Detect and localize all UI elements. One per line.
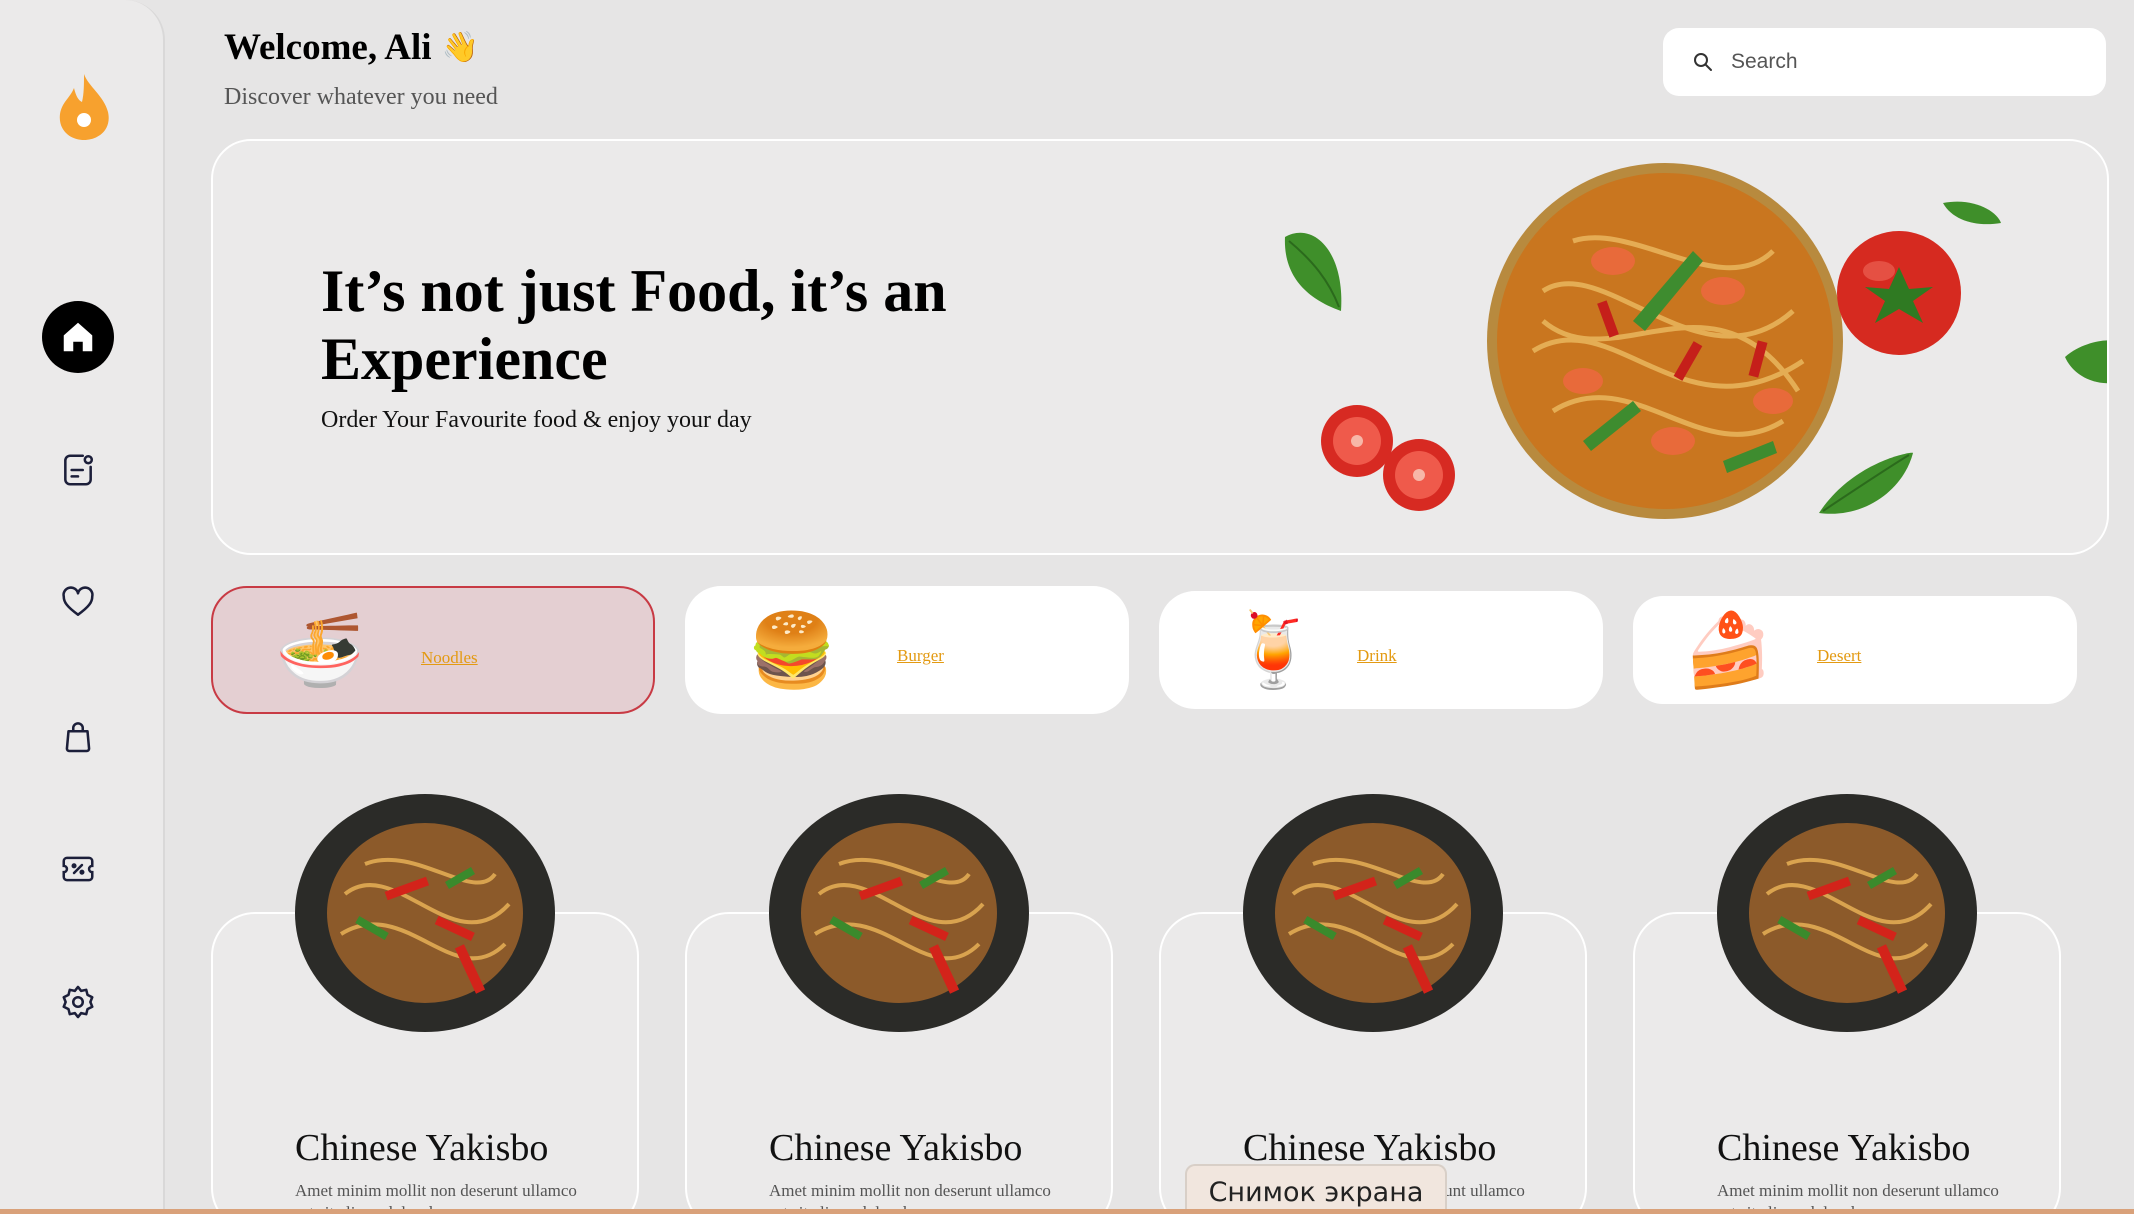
card-title: Chinese Yakisbo [295, 1127, 549, 1169]
card-title: Chinese Yakisbo [769, 1127, 1023, 1169]
receipt-icon [64, 454, 94, 486]
drink-icon: 🍹 [1229, 608, 1319, 692]
nav-home[interactable] [42, 301, 114, 373]
hero-banner: It’s not just Food, it’s an Experience O… [211, 139, 2109, 555]
sidebar [0, 0, 165, 1214]
hero-title: It’s not just Food, it’s an Experience [321, 258, 947, 392]
hero-food-illustration [1284, 163, 2107, 519]
category-noodles[interactable]: 🍜 Noodles [211, 586, 655, 714]
ticket-icon [62, 856, 94, 882]
nav-orders[interactable] [42, 434, 114, 506]
yakisoba-plate-image [1717, 794, 1977, 1032]
welcome-subtitle: Discover whatever you need [224, 84, 498, 110]
welcome-heading: Welcome, Ali 👋 [224, 26, 479, 69]
nav-favorites[interactable] [42, 566, 114, 638]
search-icon [1694, 53, 1712, 71]
yakisoba-plate-image [295, 794, 555, 1032]
category-label[interactable]: Noodles [421, 648, 478, 668]
category-desert[interactable]: 🍰 Desert [1633, 596, 2077, 704]
wave-emoji: 👋 [441, 30, 479, 65]
nav-settings[interactable] [42, 966, 114, 1038]
nav-bag[interactable] [42, 700, 114, 772]
noodles-icon: 🍜 [275, 608, 365, 692]
card-title: Chinese Yakisbo [1717, 1127, 1971, 1169]
category-drink[interactable]: 🍹 Drink [1159, 591, 1603, 709]
bottom-divider [0, 1209, 2134, 1214]
nav-coupons[interactable] [42, 833, 114, 905]
search-bar[interactable] [1663, 28, 2106, 96]
yakisoba-plate-image [1243, 794, 1503, 1032]
home-icon [63, 322, 93, 352]
burger-icon: 🍔 [747, 608, 837, 692]
welcome-text: Welcome, Ali [224, 27, 432, 68]
category-label[interactable]: Desert [1817, 646, 1861, 666]
screenshot-badge[interactable]: Снимок экрана [1185, 1164, 1447, 1214]
yakisoba-plate-image [769, 794, 1029, 1032]
cake-icon: 🍰 [1683, 608, 1773, 692]
heart-icon [62, 586, 94, 616]
search-input[interactable] [1731, 50, 2071, 74]
gear-icon [62, 985, 94, 1019]
category-label[interactable]: Burger [897, 646, 944, 666]
category-label[interactable]: Drink [1357, 646, 1397, 666]
flame-logo[interactable] [56, 72, 112, 142]
bag-icon [65, 722, 91, 753]
category-burger[interactable]: 🍔 Burger [685, 586, 1129, 714]
hero-subtitle: Order Your Favourite food & enjoy your d… [321, 407, 752, 433]
